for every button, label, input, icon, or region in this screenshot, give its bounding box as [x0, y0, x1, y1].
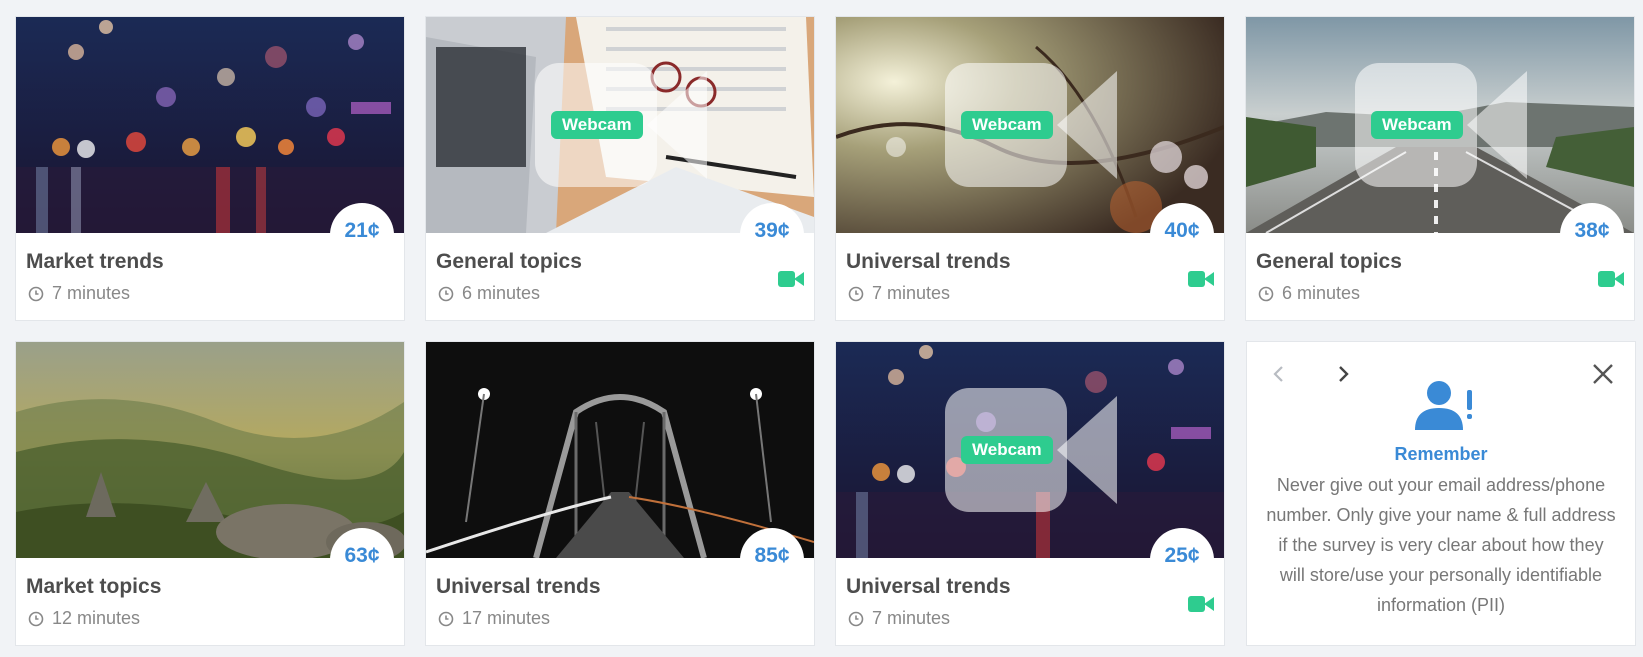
duration-text: 7 minutes	[872, 283, 951, 303]
card-thumbnail: Webcam	[836, 342, 1224, 558]
duration-text: 6 minutes	[462, 283, 541, 303]
clock-icon	[28, 611, 44, 626]
survey-card[interactable]: 63¢ Market topics 12 minutes	[15, 341, 405, 646]
duration-text: 12 minutes	[52, 608, 141, 628]
clock-icon	[1258, 286, 1274, 301]
price-badge: 39¢	[740, 203, 804, 267]
card-thumbnail	[16, 342, 404, 558]
card-thumbnail	[16, 17, 404, 233]
webcam-badge: Webcam	[1371, 111, 1463, 139]
video-camera-icon	[1188, 596, 1214, 612]
clock-icon	[28, 286, 44, 301]
card-thumbnail	[426, 342, 814, 558]
price-badge: 38¢	[1560, 203, 1624, 267]
card-title: Universal trends	[846, 575, 1011, 598]
person-alert-icon	[1415, 381, 1472, 430]
survey-card[interactable]: Webcam 39¢ General topics 6 minutes	[425, 16, 815, 321]
card-duration: 17 minutes	[436, 608, 550, 629]
card-thumbnail: Webcam	[836, 17, 1224, 233]
card-duration: 6 minutes	[436, 283, 540, 304]
survey-card[interactable]: 21¢ Market trends 7 minutes	[15, 16, 405, 321]
card-title: General topics	[1256, 250, 1402, 273]
mountain-valley-image	[16, 342, 404, 558]
clock-icon	[438, 611, 454, 626]
webcam-badge: Webcam	[961, 111, 1053, 139]
clock-icon	[848, 611, 864, 626]
close-icon[interactable]	[1589, 360, 1617, 388]
card-duration: 12 minutes	[26, 608, 140, 629]
chevron-right-icon[interactable]	[1329, 360, 1357, 388]
card-duration: 7 minutes	[26, 283, 130, 304]
clock-icon	[438, 286, 454, 301]
card-title: Universal trends	[436, 575, 601, 598]
chevron-left-icon[interactable]	[1265, 360, 1293, 388]
card-duration: 7 minutes	[846, 283, 950, 304]
card-title: Market trends	[26, 250, 164, 273]
video-camera-icon	[1188, 271, 1214, 287]
price-badge: 21¢	[330, 203, 394, 267]
webcam-badge: Webcam	[961, 436, 1053, 464]
reminder-title: Remember	[1394, 444, 1488, 464]
video-camera-icon	[1598, 271, 1624, 287]
reminder-text: Never give out your email address/phone …	[1266, 475, 1616, 615]
webcam-badge: Webcam	[551, 111, 643, 139]
card-duration: 7 minutes	[846, 608, 950, 629]
night-bridge-image	[426, 342, 814, 558]
clock-icon	[848, 286, 864, 301]
duration-text: 17 minutes	[462, 608, 551, 628]
card-title: Market topics	[26, 575, 162, 598]
price-badge: 40¢	[1150, 203, 1214, 267]
price-badge: 85¢	[740, 528, 804, 592]
survey-card[interactable]: Webcam 25¢ Universal trends 7 minutes	[835, 341, 1225, 646]
price-badge: 63¢	[330, 528, 394, 592]
price-badge: 25¢	[1150, 528, 1214, 592]
bokeh-city-image	[16, 17, 404, 233]
reminder-card: Remember Never give out your email addre…	[1246, 341, 1636, 646]
card-duration: 6 minutes	[1256, 283, 1360, 304]
video-camera-icon	[778, 271, 804, 287]
survey-card[interactable]: Webcam 38¢ General topics 6 minutes	[1245, 16, 1635, 321]
survey-card[interactable]: 85¢ Universal trends 17 minutes	[425, 341, 815, 646]
card-title: General topics	[436, 250, 582, 273]
duration-text: 7 minutes	[52, 283, 131, 303]
duration-text: 7 minutes	[872, 608, 951, 628]
card-thumbnail: Webcam	[1246, 17, 1634, 233]
duration-text: 6 minutes	[1282, 283, 1361, 303]
card-title: Universal trends	[846, 250, 1011, 273]
card-thumbnail: Webcam	[426, 17, 814, 233]
survey-card[interactable]: Webcam 40¢ Universal trends 7 minutes	[835, 16, 1225, 321]
